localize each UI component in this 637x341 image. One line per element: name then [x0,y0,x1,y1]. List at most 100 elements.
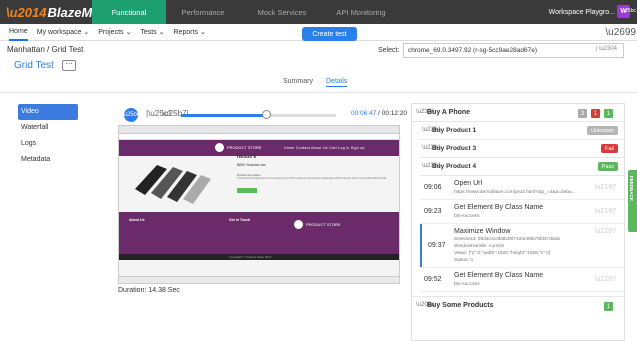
video-progress-fill [181,114,267,117]
logo[interactable]: \u2014 BlazeMeter [0,0,116,24]
step-maximize-window[interactable]: 09:37 Maximize Window SessionId: 09d4e4c… [420,224,624,268]
step-detail: Status: 0 [454,258,473,263]
gear-icon[interactable]: \u2699 [605,27,636,38]
store-nav: Home Contact About Us Cart Log in Sign u… [284,146,365,150]
video-time: 00:06:47 / 00:12:20 [351,110,407,117]
group-title: Buy Product 1 [432,127,477,134]
store-logo: PRODUCT STORE [215,143,262,152]
unknown-count-badge: 3 [578,109,587,118]
create-test-button[interactable]: Create test [302,27,357,41]
store-name: PRODUCT STORE [227,145,262,150]
video-progress-handle[interactable] [262,110,272,119]
divider [0,92,637,93]
store-footer: About Us Get In Touch PRODUCT STORE [119,212,399,254]
group-buy-product-3[interactable]: \u2304 Buy Product 3 Fail [420,140,624,158]
product-description: Product description The Motorola Google N… [237,174,387,180]
nav-reports[interactable]: Reports ⌄ [174,24,206,41]
tab-functional[interactable]: Functional [92,0,166,24]
feedback-label: FEEDBACK [629,176,634,202]
nav-home[interactable]: Home [9,24,28,41]
chevron-down-icon: | \u2304 [595,46,617,52]
footer-contact: Get In Touch [229,218,251,222]
step-open-url[interactable]: 09:06 Open Url https://www.demoblaze.com… [420,176,624,200]
play-button[interactable]: \u25b6 [122,108,140,122]
browser-tabbar [119,126,399,134]
step-get-element[interactable]: 09:52 Get Element By Class Name btn-succ… [420,268,624,292]
footer-store-name: PRODUCT STORE [306,222,341,227]
tab-summary[interactable]: Summary [283,78,313,85]
step-get-element[interactable]: 09:23 Get Element By Class Name btn-succ… [420,200,624,224]
nav-metadata[interactable]: Metadata [18,152,78,168]
browser-statusbar [119,276,399,283]
duration: Duration: 14.38 Sec [118,287,180,294]
pass-count-badge: 1 [604,302,613,311]
fail-count-badge: 1 [591,109,600,118]
video-player[interactable]: PRODUCT STORE Home Contact About Us Cart… [118,125,400,284]
steps-panel: \u2304 Buy A Phone 3 1 1 \u2304 Buy Prod… [411,103,625,341]
workspace-name[interactable]: Workspace Playgro... [549,0,615,24]
feedback-tab[interactable]: FEEDBACK [628,170,637,232]
link-icon[interactable]: \u2197 [595,228,616,235]
step-detail: btn-success [454,214,480,219]
description-text: The Motorola Google Nexus 6 is powered b… [237,177,387,180]
store-copyright: Copyright © Product Store 2017 [229,255,272,259]
browser-select[interactable]: chrome_69.0.3497.92 (r-sg-5cc9ae28ad67e)… [403,43,624,58]
select-label: Select: [378,47,400,54]
browser-select-value: chrome_69.0.3497.92 (r-sg-5cc9ae28ad67e) [408,47,538,54]
footer-about: About Us [129,218,145,222]
phones-image [135,165,211,204]
details-nav: Video Waterfall Logs Metadata [18,104,78,168]
link-icon[interactable]: \u2197 [595,276,616,283]
step-detail: SessionId: 09d4e4c3b8b30f7434c89b75fd47d… [454,237,560,242]
nav-waterfall[interactable]: Waterfall [18,120,78,136]
add-to-cart-button [237,188,257,193]
breadcrumb: Manhattan / Grid Test [7,45,84,54]
step-detail: btn-success [454,282,480,287]
link-icon[interactable]: \u2197 [595,184,616,191]
group-buy-a-phone[interactable]: \u2304 Buy A Phone 3 1 1 [412,104,624,122]
video-progress-track[interactable] [181,114,336,117]
page-title: Grid Test [14,60,54,71]
status-badge: Fail [601,144,618,153]
group-title: Buy A Phone [427,109,471,116]
nav-video[interactable]: Video [18,104,78,120]
group-buy-some-products[interactable]: \u203a Buy Some Products 1 [412,296,624,314]
step-name: Open Url [454,180,483,187]
step-name: Get Element By Class Name [454,272,544,279]
chevron-down-icon[interactable]: \u25bc [621,8,636,14]
step-detail: WindowHandle: current [454,244,504,249]
pass-count-badge: 1 [604,109,613,118]
nav-my-workspace[interactable]: My workspace ⌄ [37,24,90,41]
sub-tabs: Summary Details [0,78,637,89]
store-header: PRODUCT STORE Home Contact About Us Cart… [119,140,399,156]
group-buy-product-4[interactable]: \u2304 Buy Product 4 Pass [420,158,624,176]
nav-logs[interactable]: Logs [18,136,78,152]
group-title: Buy Product 3 [432,145,477,152]
nav-projects[interactable]: Projects ⌄ [98,24,131,41]
tab-details[interactable]: Details [326,78,348,87]
group-buy-product-1[interactable]: \u2304 Buy Product 1 Unknown [420,122,624,140]
step-detail: https://www.demoblaze.com/prod.html?idp_… [454,190,576,195]
step-time: 09:23 [424,208,442,215]
step-detail: Value: {"y":0,"width":1920,"height":1058… [454,251,551,256]
current-time: 00:06:47 [351,110,377,117]
step-time: 09:06 [424,184,442,191]
step-time: 09:52 [424,276,442,283]
tab-mock-services[interactable]: Mock Services [240,0,324,24]
step-time: 09:37 [428,242,446,249]
footer-store-logo: PRODUCT STORE [294,220,341,229]
step-name: Maximize Window [454,228,511,235]
nav-tests[interactable]: Tests ⌄ [140,24,164,41]
product-price: $650 *includes tax [237,163,266,167]
status-badge: Pass [597,162,618,171]
group-title: Buy Some Products [427,302,494,309]
link-icon[interactable]: \u2197 [595,208,616,215]
tab-performance[interactable]: Performance [166,0,240,24]
tab-api-monitoring[interactable]: API Monitoring [324,0,398,24]
total-time: / 00:12:20 [378,110,408,117]
group-title: Buy Product 4 [432,163,477,170]
step-name: Get Element By Class Name [454,204,544,211]
more-options-button[interactable]: ⋯ [62,60,76,71]
status-badge: Unknown [587,126,618,135]
product-name: Nexus 6 [237,154,257,160]
